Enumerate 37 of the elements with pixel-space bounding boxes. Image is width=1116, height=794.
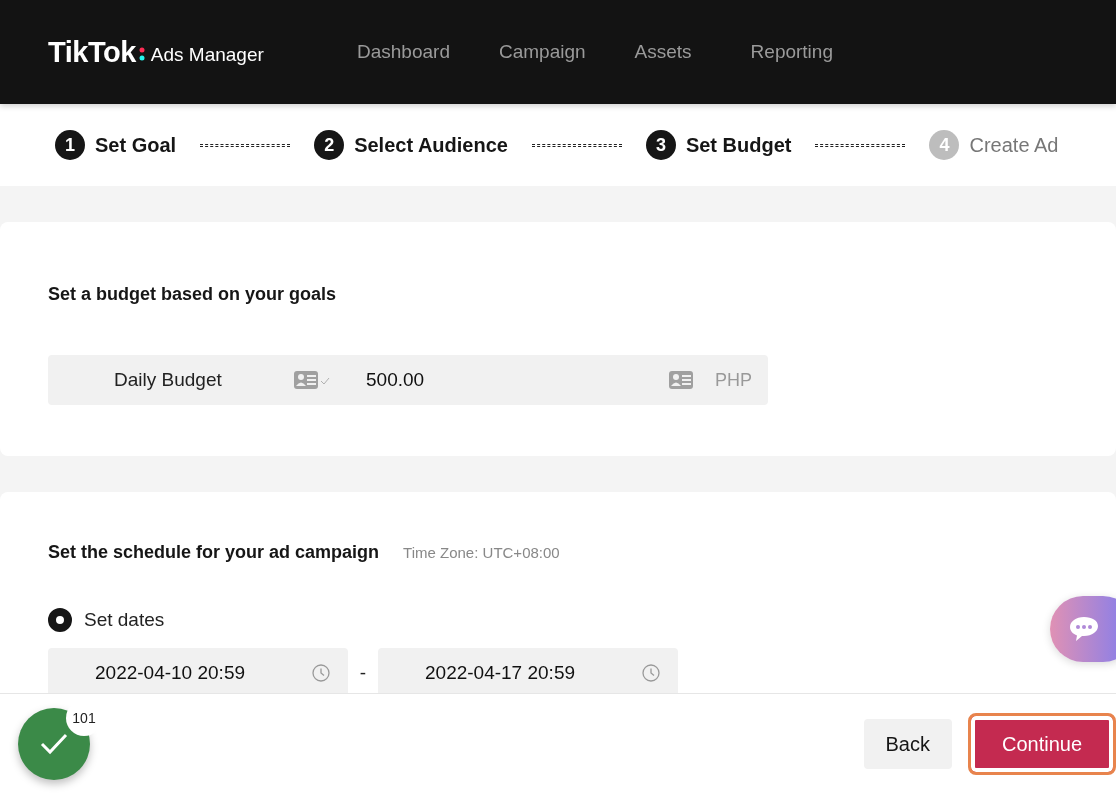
date-separator: - — [358, 662, 368, 684]
step-number: 1 — [55, 130, 85, 160]
date-value: 2022-04-17 20:59 — [425, 662, 575, 684]
chat-bubble-icon — [1068, 615, 1100, 643]
nav-link[interactable]: Campaign — [498, 41, 586, 63]
back-button[interactable]: Back — [863, 719, 952, 769]
logo[interactable]: TikTok — [48, 35, 136, 69]
date-field[interactable]: 2022-04-10 20:59 — [48, 648, 348, 693]
date-field[interactable]: 2022-04-17 20:59 — [378, 648, 678, 693]
radio-button[interactable] — [48, 608, 72, 632]
nav-link[interactable]: Dashboard — [357, 41, 450, 63]
clock-icon — [312, 664, 330, 682]
logo-dots-icon — [138, 46, 145, 62]
step-label: Set Budget — [685, 133, 792, 157]
id-card-icon — [669, 370, 693, 390]
nav-link[interactable]: Assets — [634, 41, 692, 63]
budget-type: Daily Budget — [114, 369, 223, 391]
step-number: 2 — [314, 130, 345, 160]
section-title: Set the schedule for your ad campaign — [48, 542, 380, 563]
step-label: Set Goal — [95, 133, 177, 157]
id-card-icon — [294, 370, 330, 390]
amount-value: 500.00 — [366, 369, 426, 391]
date-value: 2022-04-10 20:59 — [95, 662, 245, 684]
currency-label: PHP — [715, 369, 752, 391]
step-label: Select Audience — [354, 133, 508, 157]
product-name: Ads Manager — [150, 44, 264, 66]
step-number: 4 — [929, 130, 960, 160]
budget-field[interactable]: Daily Budget 500.00 PHP — [48, 355, 768, 405]
continue-button[interactable]: Continue — [968, 713, 1116, 775]
time-zone-label: Time Zone: UTC+08:00 — [403, 544, 560, 561]
step-number: 3 — [645, 130, 676, 160]
section-title: Set a budget based on your goals — [48, 284, 338, 305]
step-label: Create Ad — [969, 133, 1059, 157]
clock-icon — [642, 664, 660, 682]
checkmark-icon — [39, 732, 69, 756]
radio-label[interactable]: Set dates — [84, 609, 165, 631]
nav-link[interactable]: Reporting — [750, 41, 833, 63]
